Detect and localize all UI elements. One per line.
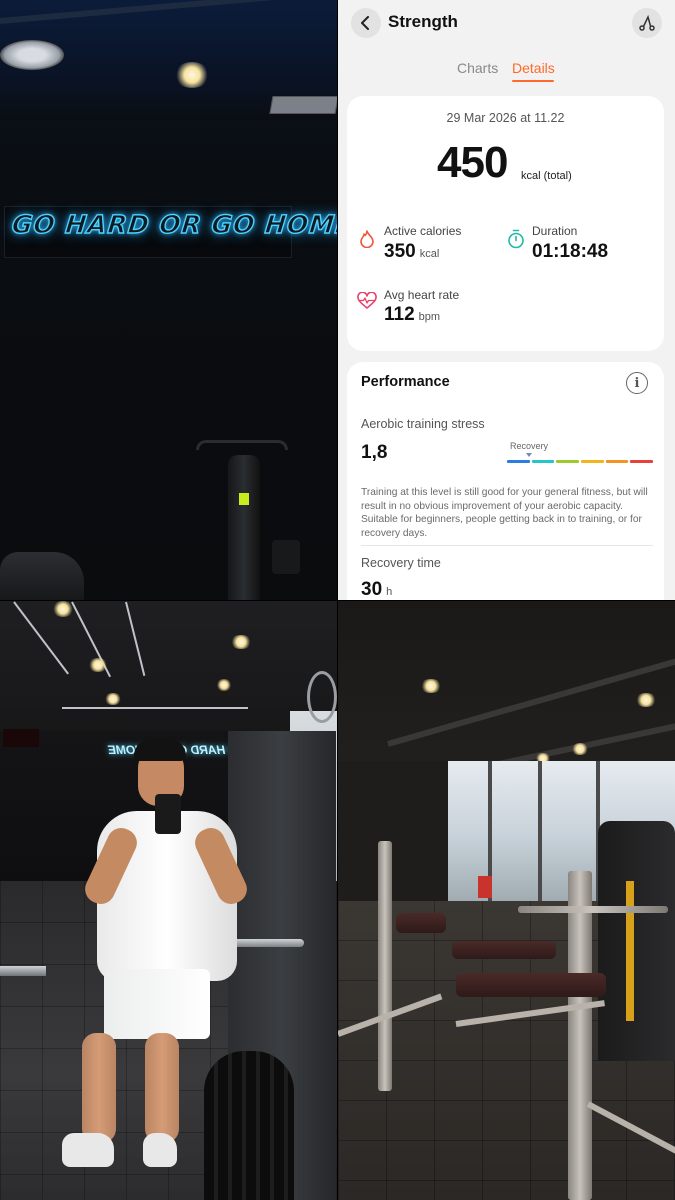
divider bbox=[361, 545, 653, 546]
person-leg bbox=[82, 1033, 116, 1143]
ceiling-spotlight bbox=[216, 679, 232, 691]
bench-pad bbox=[396, 913, 446, 933]
total-calories-unit: kcal (total) bbox=[521, 170, 572, 182]
summary-card: 29 Mar 2026 at 11.22 450 kcal (total) Ac… bbox=[347, 96, 664, 351]
chevron-left-icon bbox=[361, 16, 369, 30]
sneaker bbox=[62, 1133, 114, 1167]
weight-plates bbox=[204, 1051, 294, 1200]
ceiling-spotlight bbox=[104, 693, 122, 705]
training-stress-value: 1,8 bbox=[361, 442, 388, 463]
back-button[interactable] bbox=[351, 8, 381, 38]
active-calories-value: 350 kcal bbox=[384, 241, 440, 262]
training-description: Training at this level is still good for… bbox=[361, 487, 648, 539]
bench-pad bbox=[452, 941, 556, 959]
route-button[interactable] bbox=[632, 8, 662, 38]
ceiling bbox=[0, 601, 337, 751]
photo-neon-wall: GO HARD OR GO HOME bbox=[0, 0, 337, 600]
ceiling-spotlight bbox=[230, 635, 252, 649]
ceiling-rail bbox=[62, 707, 248, 709]
route-icon bbox=[639, 14, 655, 31]
recovery-time-value: 30 h bbox=[361, 579, 393, 600]
scale-segment bbox=[630, 460, 654, 463]
ceiling-spotlight bbox=[52, 601, 74, 617]
ceiling-lamp bbox=[0, 40, 64, 70]
window-mullion bbox=[538, 761, 542, 911]
ceiling-spotlight bbox=[635, 693, 657, 707]
scale-marker bbox=[526, 453, 532, 457]
workout-datetime: 29 Mar 2026 at 11.22 bbox=[446, 111, 565, 125]
app-header: Strength bbox=[338, 0, 675, 44]
total-calories-value: 450 bbox=[437, 138, 508, 187]
bike-console bbox=[272, 540, 300, 574]
page-title: Strength bbox=[388, 12, 458, 31]
duration-value: 01:18:48 bbox=[532, 241, 609, 262]
heartbeat-icon bbox=[357, 292, 377, 309]
neon-sign: GO HARD OR GO HOME bbox=[10, 209, 337, 239]
scale-label: Recovery bbox=[510, 441, 549, 451]
wall-display bbox=[3, 729, 39, 747]
person-leg bbox=[145, 1033, 179, 1143]
scale-bar bbox=[507, 460, 654, 463]
flame-icon bbox=[360, 230, 374, 248]
heart-rate-label: Avg heart rate bbox=[384, 288, 460, 302]
photo-gym-interior bbox=[338, 601, 675, 1200]
stopwatch-icon bbox=[508, 229, 524, 249]
bike-handlebar bbox=[196, 440, 288, 450]
active-tab-indicator bbox=[512, 80, 554, 82]
rack-post bbox=[378, 841, 392, 1091]
ceiling-spotlight bbox=[420, 679, 442, 693]
duration-label: Duration bbox=[532, 224, 578, 238]
active-calories-label: Active calories bbox=[384, 224, 462, 238]
tab-charts[interactable]: Charts bbox=[457, 60, 498, 76]
scale-segment bbox=[556, 460, 580, 463]
wall-fan bbox=[307, 671, 337, 723]
scale-segment bbox=[507, 460, 530, 463]
workout-app-screen: Strength Charts Details 29 Mar 2026 at 1… bbox=[338, 0, 675, 600]
bench-pad bbox=[456, 973, 606, 997]
red-equipment bbox=[478, 876, 492, 898]
scale-segment bbox=[581, 460, 604, 463]
tab-details[interactable]: Details bbox=[512, 60, 555, 76]
scale-segment bbox=[605, 460, 629, 463]
rack-post bbox=[568, 871, 592, 1200]
person-hair-top bbox=[134, 739, 186, 761]
training-stress-label: Aerobic training stress bbox=[361, 417, 485, 431]
machine-accent bbox=[626, 881, 634, 1021]
smartphone bbox=[155, 794, 181, 834]
bike-accent bbox=[239, 493, 249, 505]
sneaker bbox=[143, 1133, 177, 1167]
performance-title: Performance bbox=[361, 374, 450, 390]
ceiling-spotlight bbox=[571, 743, 589, 755]
tab-bar: Charts Details bbox=[338, 60, 675, 84]
barbell bbox=[518, 906, 668, 913]
ceiling-spotlight bbox=[174, 62, 210, 88]
ceiling-vent bbox=[269, 96, 337, 114]
scale-segment bbox=[531, 460, 555, 463]
photo-mirror-selfie: GO HARD OR GO HOME bbox=[0, 601, 337, 1200]
bench bbox=[0, 552, 84, 600]
performance-card: Performance i Aerobic training stress 1,… bbox=[347, 362, 664, 600]
heart-rate-value: 112 bpm bbox=[384, 304, 441, 325]
left-wall bbox=[338, 761, 450, 911]
ceiling-spotlight bbox=[88, 658, 108, 672]
info-icon: i bbox=[634, 375, 640, 391]
barbell-end bbox=[0, 966, 46, 976]
exercise-bike bbox=[228, 455, 260, 600]
recovery-time-label: Recovery time bbox=[361, 556, 441, 570]
info-button[interactable]: i bbox=[626, 372, 648, 394]
person-shorts bbox=[104, 969, 210, 1039]
weight-machine bbox=[598, 821, 675, 1061]
